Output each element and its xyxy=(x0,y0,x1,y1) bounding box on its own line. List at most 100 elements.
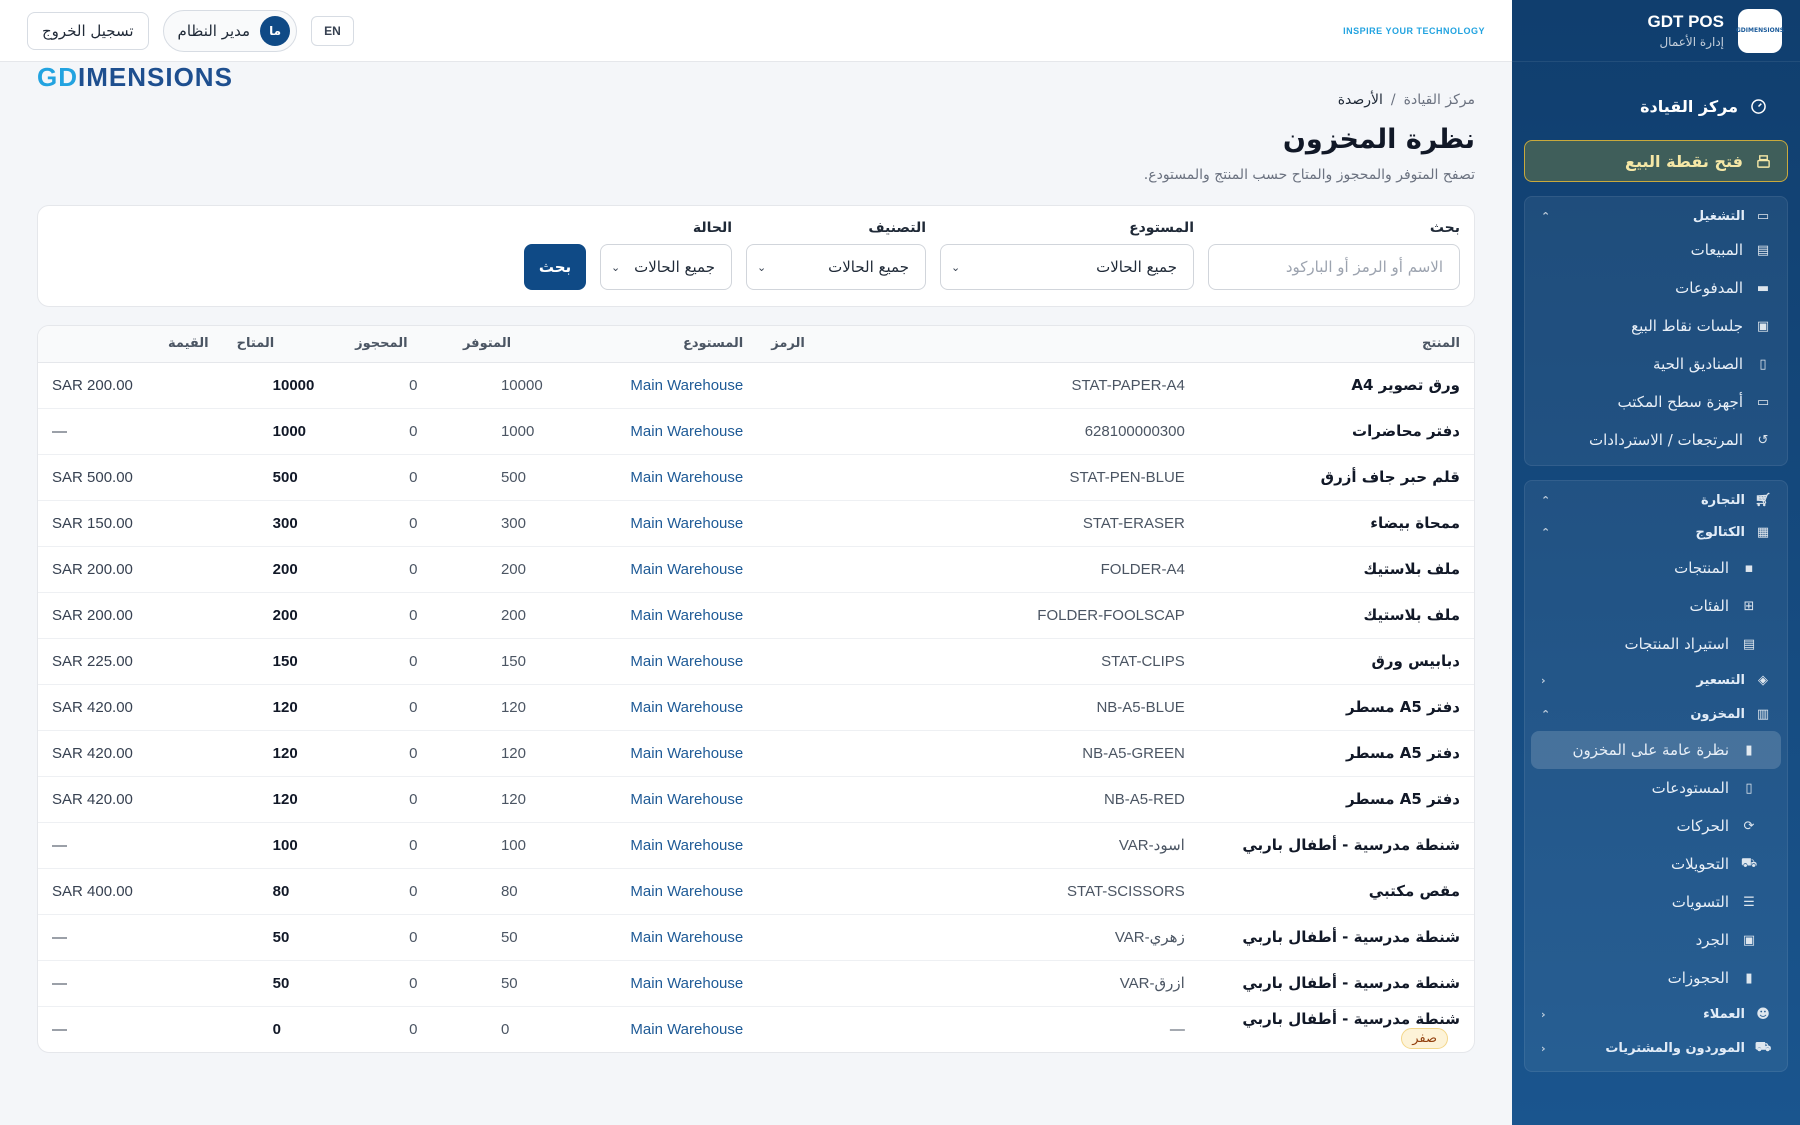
table-row[interactable]: شنطة مدرسية - أطفال باربي VAR-اسود Main Wa… xyxy=(38,822,1474,868)
table-row[interactable]: ورق تصوير A4 STAT-PAPER-A4 Main Warehouse 1… xyxy=(38,362,1474,408)
search-input[interactable]: الاسم أو الرمز أو الباركود xyxy=(1208,244,1460,290)
cell-warehouse[interactable]: Main Warehouse xyxy=(568,500,758,546)
sidebar-item-sales[interactable]: ▤ المبيعات xyxy=(1525,231,1787,269)
cell-code: VAR-ازرق xyxy=(757,960,1205,1006)
cell-available: 200 xyxy=(223,592,341,638)
table-row[interactable]: شنطة مدرسية - أطفال باربيصفر — Main Wareho… xyxy=(38,1006,1474,1052)
sidebar-item-inventory-overview[interactable]: ▮ نظرة عامة على المخزون xyxy=(1531,731,1781,769)
cell-code-text: STAT-PEN-BLUE xyxy=(1069,468,1185,486)
sidebar-item-import-products[interactable]: ▤ استيراد المنتجات xyxy=(1525,625,1787,663)
cell-warehouse[interactable]: Main Warehouse xyxy=(568,730,758,776)
table-row[interactable]: دفتر محاضرات 628100000300 Main Warehouse 10… xyxy=(38,408,1474,454)
sidebar-item-label: نظرة عامة على المخزون xyxy=(1572,741,1729,759)
cash-register-icon xyxy=(1755,153,1771,169)
table-row[interactable]: دفتر A5 مسطر NB-A5-BLUE Main Warehouse 120 0… xyxy=(38,684,1474,730)
sidebar-subgroup-inventory[interactable]: ▥ المخزون ⌃ xyxy=(1525,697,1787,731)
cell-product: ممحاة بيضاء xyxy=(1205,500,1474,546)
cell-code: FOLDER-A4 xyxy=(757,546,1205,592)
cell-warehouse[interactable]: Main Warehouse xyxy=(568,454,758,500)
table-row[interactable]: دفتر A5 مسطر NB-A5-RED Main Warehouse 120 0 1… xyxy=(38,776,1474,822)
column-header-product: المنتج xyxy=(1204,326,1474,363)
cell-reserved-text: 0 xyxy=(409,514,418,532)
table-row[interactable]: ملف بلاستيك FOLDER-A4 Main Warehouse 200 0 20… xyxy=(38,546,1474,592)
sidebar-item-stock-count[interactable]: ▣ الجرد xyxy=(1525,921,1787,959)
sidebar-item-live-drawers[interactable]: ▯ الصناديق الحية xyxy=(1525,345,1787,383)
sidebar-subgroup-customers[interactable]: ☻ العملاء ‹ xyxy=(1525,997,1787,1031)
cell-warehouse[interactable]: Main Warehouse xyxy=(568,914,758,960)
sidebar-group-commerce-header[interactable]: 🛒︎ التجارة ⌃ xyxy=(1525,485,1787,515)
cell-product-text: دفتر A5 مسطر xyxy=(1346,744,1460,762)
cell-warehouse[interactable]: Main Warehouse xyxy=(568,684,758,730)
filter-bar: بحث الاسم أو الرمز أو الباركود المستودع … xyxy=(37,205,1475,307)
cell-available-text: 120 xyxy=(272,790,298,808)
category-label: التصنيف xyxy=(868,220,926,236)
warehouse-label: المستودع xyxy=(1129,220,1194,236)
sidebar-item-returns[interactable]: ↺ المرتجعات / الاستردادات xyxy=(1525,421,1787,459)
cell-warehouse[interactable]: Main Warehouse xyxy=(568,546,758,592)
sidebar-item-pos-sessions[interactable]: ▣ جلسات نقاط البيع xyxy=(1525,307,1787,345)
cell-on-hand: 120 xyxy=(449,684,568,730)
sidebar-group-operations-header[interactable]: ▭ التشغيل ⌃ xyxy=(1525,201,1787,231)
cell-value: — xyxy=(38,408,223,454)
cell-warehouse[interactable]: Main Warehouse xyxy=(568,362,758,408)
cell-warehouse[interactable]: Main Warehouse xyxy=(568,776,758,822)
cell-warehouse[interactable]: Main Warehouse xyxy=(568,822,758,868)
sidebar-item-desktops[interactable]: ▭ أجهزة سطح المكتب xyxy=(1525,383,1787,421)
table-row[interactable]: ملف بلاستيك FOLDER-FOOLSCAP Main Warehouse… xyxy=(38,592,1474,638)
warehouse-select[interactable]: جميع الحالات ⌄ xyxy=(940,244,1194,290)
cell-on-hand-text: 100 xyxy=(500,836,526,854)
table-row[interactable]: شنطة مدرسية - أطفال باربي VAR-زهري Main Wa… xyxy=(38,914,1474,960)
table-row[interactable]: مقص مكتبي STAT-SCISSORS Main Warehouse 80 0 8… xyxy=(38,868,1474,914)
subgroup-label: الكتالوج xyxy=(1695,524,1746,540)
cell-reserved-text: 0 xyxy=(409,928,418,946)
cell-warehouse-text: Main Warehouse xyxy=(630,836,744,854)
language-toggle[interactable]: EN xyxy=(311,15,354,46)
cell-warehouse[interactable]: Main Warehouse xyxy=(568,638,758,684)
sidebar-item-movements[interactable]: ⟳ الحركات xyxy=(1525,807,1787,845)
sidebar-subgroup-catalog[interactable]: ▦ الكتالوج ⌃ xyxy=(1525,515,1787,549)
breadcrumb-root[interactable]: مركز القيادة xyxy=(1404,92,1475,108)
cell-warehouse[interactable]: Main Warehouse xyxy=(568,868,758,914)
cell-warehouse-text: Main Warehouse xyxy=(630,606,744,624)
cell-value-text: — xyxy=(52,422,67,440)
cell-value-text: SAR 500.00 xyxy=(52,468,133,486)
open-pos-button[interactable]: فتح نقطة البيع xyxy=(1524,140,1788,182)
cell-on-hand: 100 xyxy=(449,822,568,868)
table-row[interactable]: قلم حبر جاف أزرق STAT-PEN-BLUE Main Wareho… xyxy=(38,454,1474,500)
cell-available: 120 xyxy=(223,776,341,822)
logout-button[interactable]: تسجيل الخروج xyxy=(27,11,149,50)
cell-warehouse[interactable]: Main Warehouse xyxy=(568,592,758,638)
table-row[interactable]: دبابيس ورق STAT-CLIPS Main Warehouse 150 0 15… xyxy=(38,638,1474,684)
sidebar-item-reservations[interactable]: ▮ الحجوزات xyxy=(1525,959,1787,997)
sidebar-item-transfers[interactable]: ⛟ التحويلات xyxy=(1525,845,1787,883)
search-button[interactable]: بحث xyxy=(524,244,586,290)
sidebar-item-label: الفئات xyxy=(1689,597,1729,615)
category-select[interactable]: جميع الحالات ⌄ xyxy=(746,244,926,290)
sidebar-item-label: الحركات xyxy=(1676,817,1729,835)
sidebar-item-label: المرتجعات / الاستردادات xyxy=(1589,431,1743,449)
search-label: بحث xyxy=(1429,220,1460,236)
cell-product: دفتر محاضرات xyxy=(1205,408,1474,454)
cell-warehouse-text: Main Warehouse xyxy=(630,514,744,532)
cell-warehouse[interactable]: Main Warehouse xyxy=(568,960,758,1006)
sidebar-item-adjustments[interactable]: ☰ التسويات xyxy=(1525,883,1787,921)
status-select[interactable]: جميع الحالات ⌄ xyxy=(600,244,732,290)
sidebar-item-products[interactable]: ▪ المنتجات xyxy=(1525,549,1787,587)
sidebar-item-payments[interactable]: ▬ المدفوعات xyxy=(1525,269,1787,307)
user-menu[interactable]: مدير النظام ما xyxy=(162,9,298,52)
cell-warehouse[interactable]: Main Warehouse xyxy=(568,408,758,454)
sidebar-item-categories[interactable]: ⊞ الفئات xyxy=(1525,587,1787,625)
sidebar-subgroup-suppliers[interactable]: ⛟ الموردون والمشتريات ‹ xyxy=(1525,1031,1787,1065)
table-row[interactable]: دفتر A5 مسطر NB-A5-GREEN Main Warehouse 120… xyxy=(38,730,1474,776)
top-bar: GDIMENSIONS INSPIRE YOUR TECHNOLOGY تسجي… xyxy=(0,0,1512,92)
table-row[interactable]: ممحاة بيضاء STAT-ERASER Main Warehouse 300 0… xyxy=(38,500,1474,546)
cell-product-text: قلم حبر جاف أزرق xyxy=(1320,468,1460,486)
sidebar-subgroup-pricing[interactable]: ◈ التسعير ‹ xyxy=(1525,663,1787,697)
cell-warehouse[interactable]: Main Warehouse xyxy=(568,1006,758,1052)
sidebar-item-command-center[interactable]: مركز القيادة xyxy=(1530,92,1782,120)
monitor-icon: ▭ xyxy=(1756,394,1770,410)
cell-product-text: دفتر محاضرات xyxy=(1352,422,1460,440)
sidebar-item-warehouses[interactable]: ▯ المستودعات xyxy=(1525,769,1787,807)
table-row[interactable]: شنطة مدرسية - أطفال باربي VAR-ازرق Main Wa… xyxy=(38,960,1474,1006)
cell-on-hand: 120 xyxy=(449,776,568,822)
